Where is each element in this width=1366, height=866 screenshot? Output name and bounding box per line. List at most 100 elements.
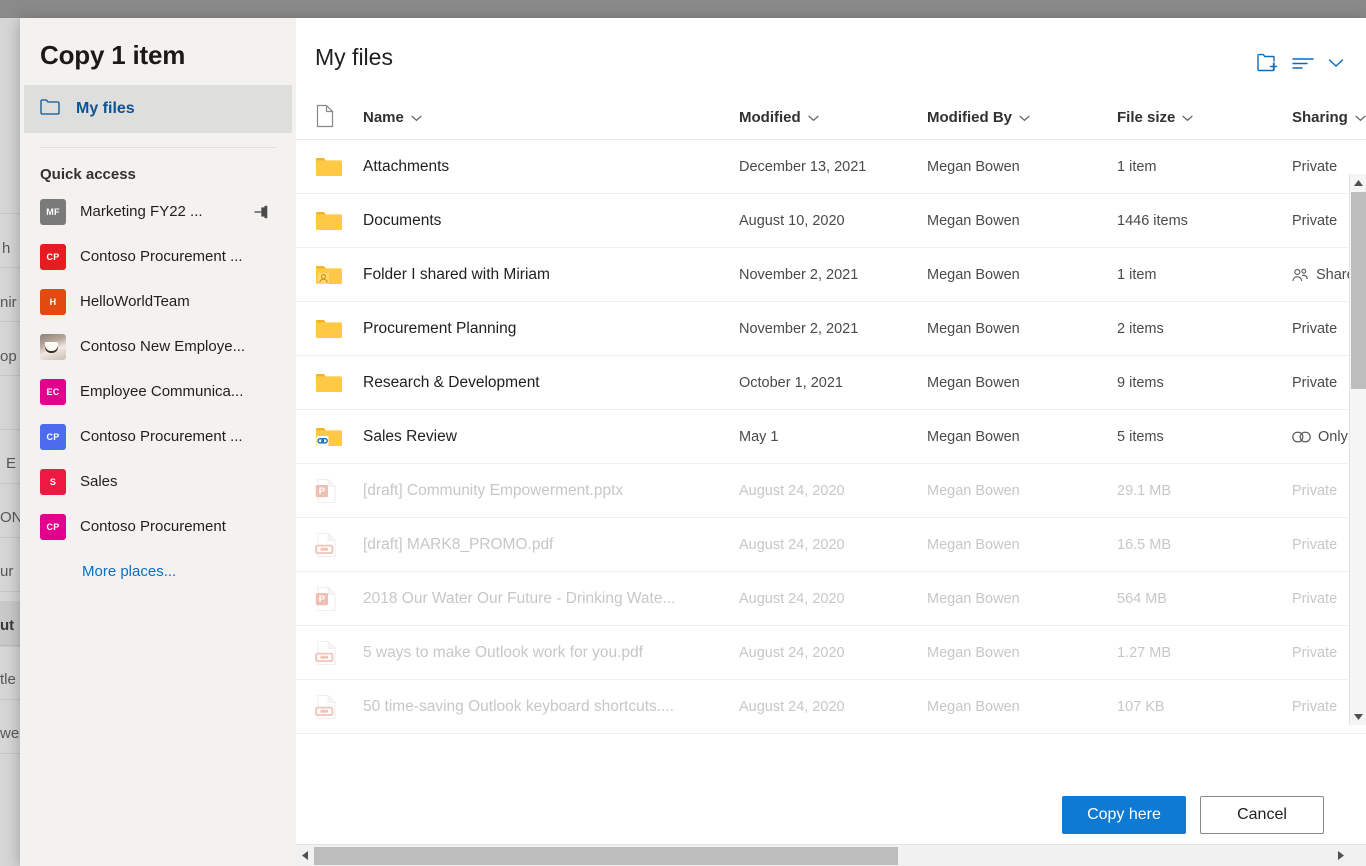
table-row[interactable]: Research & DevelopmentOctober 1, 2021Meg…: [296, 356, 1366, 410]
column-header-name[interactable]: Name: [363, 109, 739, 126]
site-avatar: CP: [40, 424, 66, 450]
cell-modby: Megan Bowen: [927, 699, 1117, 715]
cell-mod: August 10, 2020: [739, 213, 927, 229]
scroll-left-arrow[interactable]: [296, 845, 313, 866]
cell-size: 1446 items: [1117, 213, 1292, 229]
quick-access-item-0[interactable]: MFMarketing FY22 ...: [20, 189, 296, 234]
chevron-down-icon[interactable]: [411, 109, 422, 126]
table-row[interactable]: DocumentsAugust 10, 2020Megan Bowen1446 …: [296, 194, 1366, 248]
cell-name: 50 time-saving Outlook keyboard shortcut…: [363, 698, 739, 716]
svg-text:P: P: [319, 484, 325, 495]
folder-icon: [315, 372, 363, 394]
quick-access-item-1[interactable]: CPContoso Procurement ...: [20, 234, 296, 279]
quick-access-list: MFMarketing FY22 ...CPContoso Procuremen…: [20, 189, 296, 549]
folder-shared-icon: [315, 264, 363, 286]
scroll-up-arrow[interactable]: [1350, 174, 1366, 191]
folder-link-icon: [315, 426, 363, 448]
pptx-icon: P: [315, 478, 363, 504]
sharing-status-text: Private: [1292, 159, 1337, 175]
table-row[interactable]: Folder I shared with MiriamNovember 2, 2…: [296, 248, 1366, 302]
copy-here-button[interactable]: Copy here: [1062, 796, 1186, 834]
cell-mod: November 2, 2021: [739, 267, 927, 283]
quick-access-item-label: Marketing FY22 ...: [80, 203, 203, 220]
table-row[interactable]: AttachmentsDecember 13, 2021Megan Bowen1…: [296, 140, 1366, 194]
sharing-status-text: Private: [1292, 699, 1337, 715]
cell-size: 29.1 MB: [1117, 483, 1292, 499]
chevron-down-icon[interactable]: [1182, 109, 1193, 126]
site-avatar: CP: [40, 244, 66, 270]
file-list: NameModifiedModified ByFile sizeSharing …: [296, 96, 1366, 734]
scroll-down-arrow[interactable]: [1350, 708, 1366, 725]
chevron-down-icon[interactable]: [808, 109, 819, 126]
horizontal-scrollbar-thumb[interactable]: [314, 847, 898, 865]
cell-name: [draft] MARK8_PROMO.pdf: [363, 536, 739, 554]
sharing-status-text: Private: [1292, 483, 1337, 499]
new-folder-icon[interactable]: [1256, 52, 1278, 73]
folder-icon: [315, 318, 363, 340]
pdf-icon: [315, 640, 363, 666]
pdf-icon: [315, 532, 363, 558]
quick-access-item-3[interactable]: Contoso New Employe...: [20, 324, 296, 369]
chevron-down-icon[interactable]: [1019, 109, 1030, 126]
table-row[interactable]: Procurement PlanningNovember 2, 2021Mega…: [296, 302, 1366, 356]
quick-access-item-2[interactable]: HHelloWorldTeam: [20, 279, 296, 324]
sharing-status-text: Private: [1292, 645, 1337, 661]
quick-access-item-4[interactable]: ECEmployee Communica...: [20, 369, 296, 414]
table-row[interactable]: Sales ReviewMay 1Megan Bowen5 itemsOnly: [296, 410, 1366, 464]
sharing-status-text: Private: [1292, 537, 1337, 553]
quick-access-item-label: Contoso New Employe...: [80, 338, 245, 355]
cell-mod: October 1, 2021: [739, 375, 927, 391]
table-row: 50 time-saving Outlook keyboard shortcut…: [296, 680, 1366, 734]
cell-modby: Megan Bowen: [927, 159, 1117, 175]
cell-size: 564 MB: [1117, 591, 1292, 607]
cancel-button[interactable]: Cancel: [1200, 796, 1324, 834]
cell-size: 1.27 MB: [1117, 645, 1292, 661]
site-avatar: S: [40, 469, 66, 495]
sort-list-icon[interactable]: [1292, 55, 1314, 71]
cell-modby: Megan Bowen: [927, 483, 1117, 499]
column-header-label: File size: [1117, 109, 1175, 126]
cell-name: Research & Development: [363, 374, 739, 392]
scroll-right-arrow[interactable]: [1332, 845, 1349, 866]
dialog-title: Copy 1 item: [20, 32, 296, 85]
cell-size: 5 items: [1117, 429, 1292, 445]
column-header-share[interactable]: Sharing: [1292, 109, 1366, 126]
quick-access-item-label: Sales: [80, 473, 118, 490]
column-header-modby[interactable]: Modified By: [927, 109, 1117, 126]
cell-modby: Megan Bowen: [927, 375, 1117, 391]
column-header-size[interactable]: File size: [1117, 109, 1292, 126]
cell-mod: May 1: [739, 429, 927, 445]
pdf-icon: [315, 694, 363, 720]
link-icon: [1292, 431, 1311, 443]
cell-modby: Megan Bowen: [927, 321, 1117, 337]
pptx-icon: P: [315, 586, 363, 612]
column-header-label: Sharing: [1292, 109, 1348, 126]
column-header-label: Modified By: [927, 109, 1012, 126]
vertical-scrollbar[interactable]: [1349, 174, 1366, 725]
cell-mod: August 24, 2020: [739, 591, 927, 607]
horizontal-scrollbar[interactable]: [296, 844, 1366, 866]
sharing-status-text: Private: [1292, 591, 1337, 607]
quick-access-item-7[interactable]: CPContoso Procurement: [20, 504, 296, 549]
table-row: 5 ways to make Outlook work for you.pdfA…: [296, 626, 1366, 680]
cell-mod: August 24, 2020: [739, 699, 927, 715]
copy-item-dialog: Copy 1 item My files Quick access MFMark…: [20, 18, 1366, 866]
cell-name: Folder I shared with Miriam: [363, 266, 739, 284]
cell-sharing[interactable]: Private: [1292, 159, 1366, 175]
sharing-status-text: Private: [1292, 213, 1337, 229]
cell-mod: August 24, 2020: [739, 537, 927, 553]
quick-access-item-6[interactable]: S Sales: [20, 459, 296, 504]
chevron-down-icon[interactable]: [1328, 58, 1344, 68]
more-places-link[interactable]: More places...: [20, 549, 296, 580]
sidebar-item-my-files[interactable]: My files: [24, 85, 292, 133]
pin-icon[interactable]: [254, 205, 272, 219]
quick-access-item-5[interactable]: CP Contoso Procurement ...: [20, 414, 296, 459]
quick-access-item-label: Contoso Procurement ...: [80, 428, 243, 445]
vertical-scrollbar-thumb[interactable]: [1351, 192, 1366, 389]
sharing-status-text: Private: [1292, 321, 1337, 337]
chevron-down-icon[interactable]: [1355, 109, 1366, 126]
site-thumbnail-image: [40, 334, 66, 360]
cell-size: 107 KB: [1117, 699, 1292, 715]
column-header-mod[interactable]: Modified: [739, 109, 927, 126]
quick-access-item-label: HelloWorldTeam: [80, 293, 190, 310]
